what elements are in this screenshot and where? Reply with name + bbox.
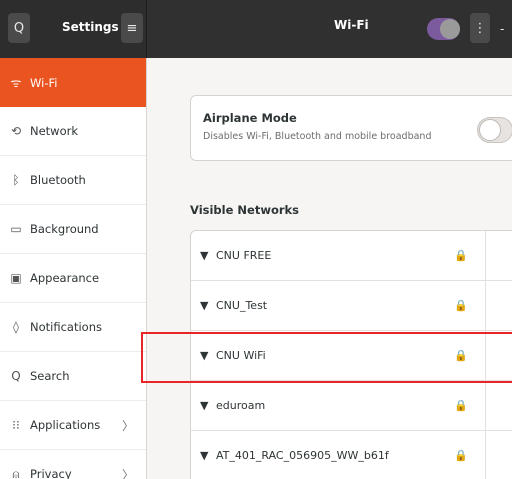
wifi-signal-icon: ▼	[200, 249, 209, 262]
page-title: Wi-Fi	[334, 18, 369, 32]
sidebar-item-label: Network	[30, 124, 79, 138]
lock-icon: 🔒	[454, 399, 468, 412]
menu-button[interactable]: ≡	[121, 13, 143, 43]
applications-icon: ⁝⁝	[12, 418, 20, 432]
airplane-mode-title: Airplane Mode	[203, 111, 297, 125]
sidebar-item-applications[interactable]: ⁝⁝ Applications 〉	[0, 401, 146, 450]
sidebar-item-label: Notifications	[30, 320, 102, 334]
row-divider	[485, 281, 486, 331]
lock-icon: 🔒	[454, 449, 468, 462]
privacy-icon: ⍝	[12, 466, 20, 479]
row-divider	[485, 381, 486, 431]
wifi-signal-icon: ▼	[200, 449, 209, 462]
sidebar-item-label: Appearance	[30, 271, 100, 285]
sidebar-item-label: Wi-Fi	[30, 75, 58, 90]
network-name: eduroam	[216, 399, 266, 412]
network-list: ▼ CNU FREE 🔒 ▼ CNU_Test 🔒 ▼ CNU WiFi 🔒 ▼…	[190, 230, 512, 479]
row-divider	[485, 331, 486, 381]
chevron-right-icon: 〉	[121, 418, 134, 433]
notifications-icon: ◊	[13, 320, 19, 334]
background-icon: ▭	[10, 222, 22, 236]
sidebar-item-label: Background	[30, 222, 99, 236]
network-name: CNU FREE	[216, 249, 272, 262]
sidebar-item-background[interactable]: ▭ Background	[0, 205, 146, 254]
row-divider	[485, 431, 486, 479]
search-button[interactable]: Q	[8, 13, 30, 43]
lock-icon: 🔒	[454, 299, 468, 312]
more-options-button[interactable]: ⋮	[470, 13, 490, 43]
sidebar-item-label: Bluetooth	[30, 173, 86, 187]
airplane-mode-card: Airplane Mode Disables Wi-Fi, Bluetooth …	[190, 95, 512, 161]
sidebar-item-label: Privacy	[30, 467, 72, 479]
search-icon: Q	[11, 369, 21, 383]
app-title: Settings	[62, 20, 119, 34]
network-name: CNU_Test	[216, 299, 268, 312]
kebab-menu-icon: ⋮	[473, 20, 487, 36]
wifi-signal-icon: ▼	[200, 299, 209, 312]
chevron-right-icon: 〉	[121, 467, 134, 479]
wifi-icon: ᯤ	[10, 76, 22, 90]
network-name: CNU WiFi	[216, 349, 266, 362]
sidebar-item-search[interactable]: Q Search	[0, 352, 146, 401]
toggle-knob	[440, 19, 460, 39]
sidebar-item-network[interactable]: ⟲ Network	[0, 107, 146, 156]
search-icon: Q	[13, 20, 25, 36]
network-row-eduroam[interactable]: ▼ eduroam 🔒	[191, 381, 512, 431]
airplane-mode-subtitle: Disables Wi-Fi, Bluetooth and mobile bro…	[203, 131, 432, 142]
visible-networks-heading: Visible Networks	[190, 203, 300, 217]
sidebar-item-notifications[interactable]: ◊ Notifications	[0, 303, 146, 352]
sidebar-item-wifi[interactable]: ᯤ Wi-Fi	[0, 58, 146, 107]
appearance-icon: ▣	[10, 271, 22, 285]
network-row-cnu-test[interactable]: ▼ CNU_Test 🔒	[191, 281, 512, 331]
sidebar: ᯤ Wi-Fi ⟲ Network ᛒ Bluetooth ▭ Backgrou…	[0, 58, 147, 479]
switch-knob	[479, 119, 501, 141]
airplane-mode-switch[interactable]	[477, 117, 512, 143]
sidebar-item-label: Applications	[30, 418, 101, 432]
network-row-cnu-free[interactable]: ▼ CNU FREE 🔒	[191, 231, 512, 281]
headerbar-left: Q Settings ≡	[0, 0, 147, 58]
network-icon: ⟲	[10, 124, 22, 138]
sidebar-item-appearance[interactable]: ▣ Appearance	[0, 254, 146, 303]
wifi-signal-icon: ▼	[200, 349, 209, 362]
hamburger-menu-icon: ≡	[126, 20, 138, 36]
network-row-at-401[interactable]: ▼ AT_401_RAC_056905_WW_b61f 🔒	[191, 431, 512, 479]
wifi-signal-icon: ▼	[200, 399, 209, 412]
wifi-toggle[interactable]	[427, 18, 460, 40]
network-name: AT_401_RAC_056905_WW_b61f	[216, 449, 389, 462]
bluetooth-icon: ᛒ	[12, 173, 20, 187]
network-row-cnu-wifi[interactable]: ▼ CNU WiFi 🔒	[191, 331, 512, 381]
sidebar-item-label: Search	[30, 369, 70, 383]
sidebar-item-privacy[interactable]: ⍝ Privacy 〉	[0, 450, 146, 479]
sidebar-item-bluetooth[interactable]: ᛒ Bluetooth	[0, 156, 146, 205]
row-divider	[485, 231, 486, 281]
lock-icon: 🔒	[454, 349, 468, 362]
lock-icon: 🔒	[454, 249, 468, 262]
minimize-button[interactable]: -	[500, 22, 504, 36]
